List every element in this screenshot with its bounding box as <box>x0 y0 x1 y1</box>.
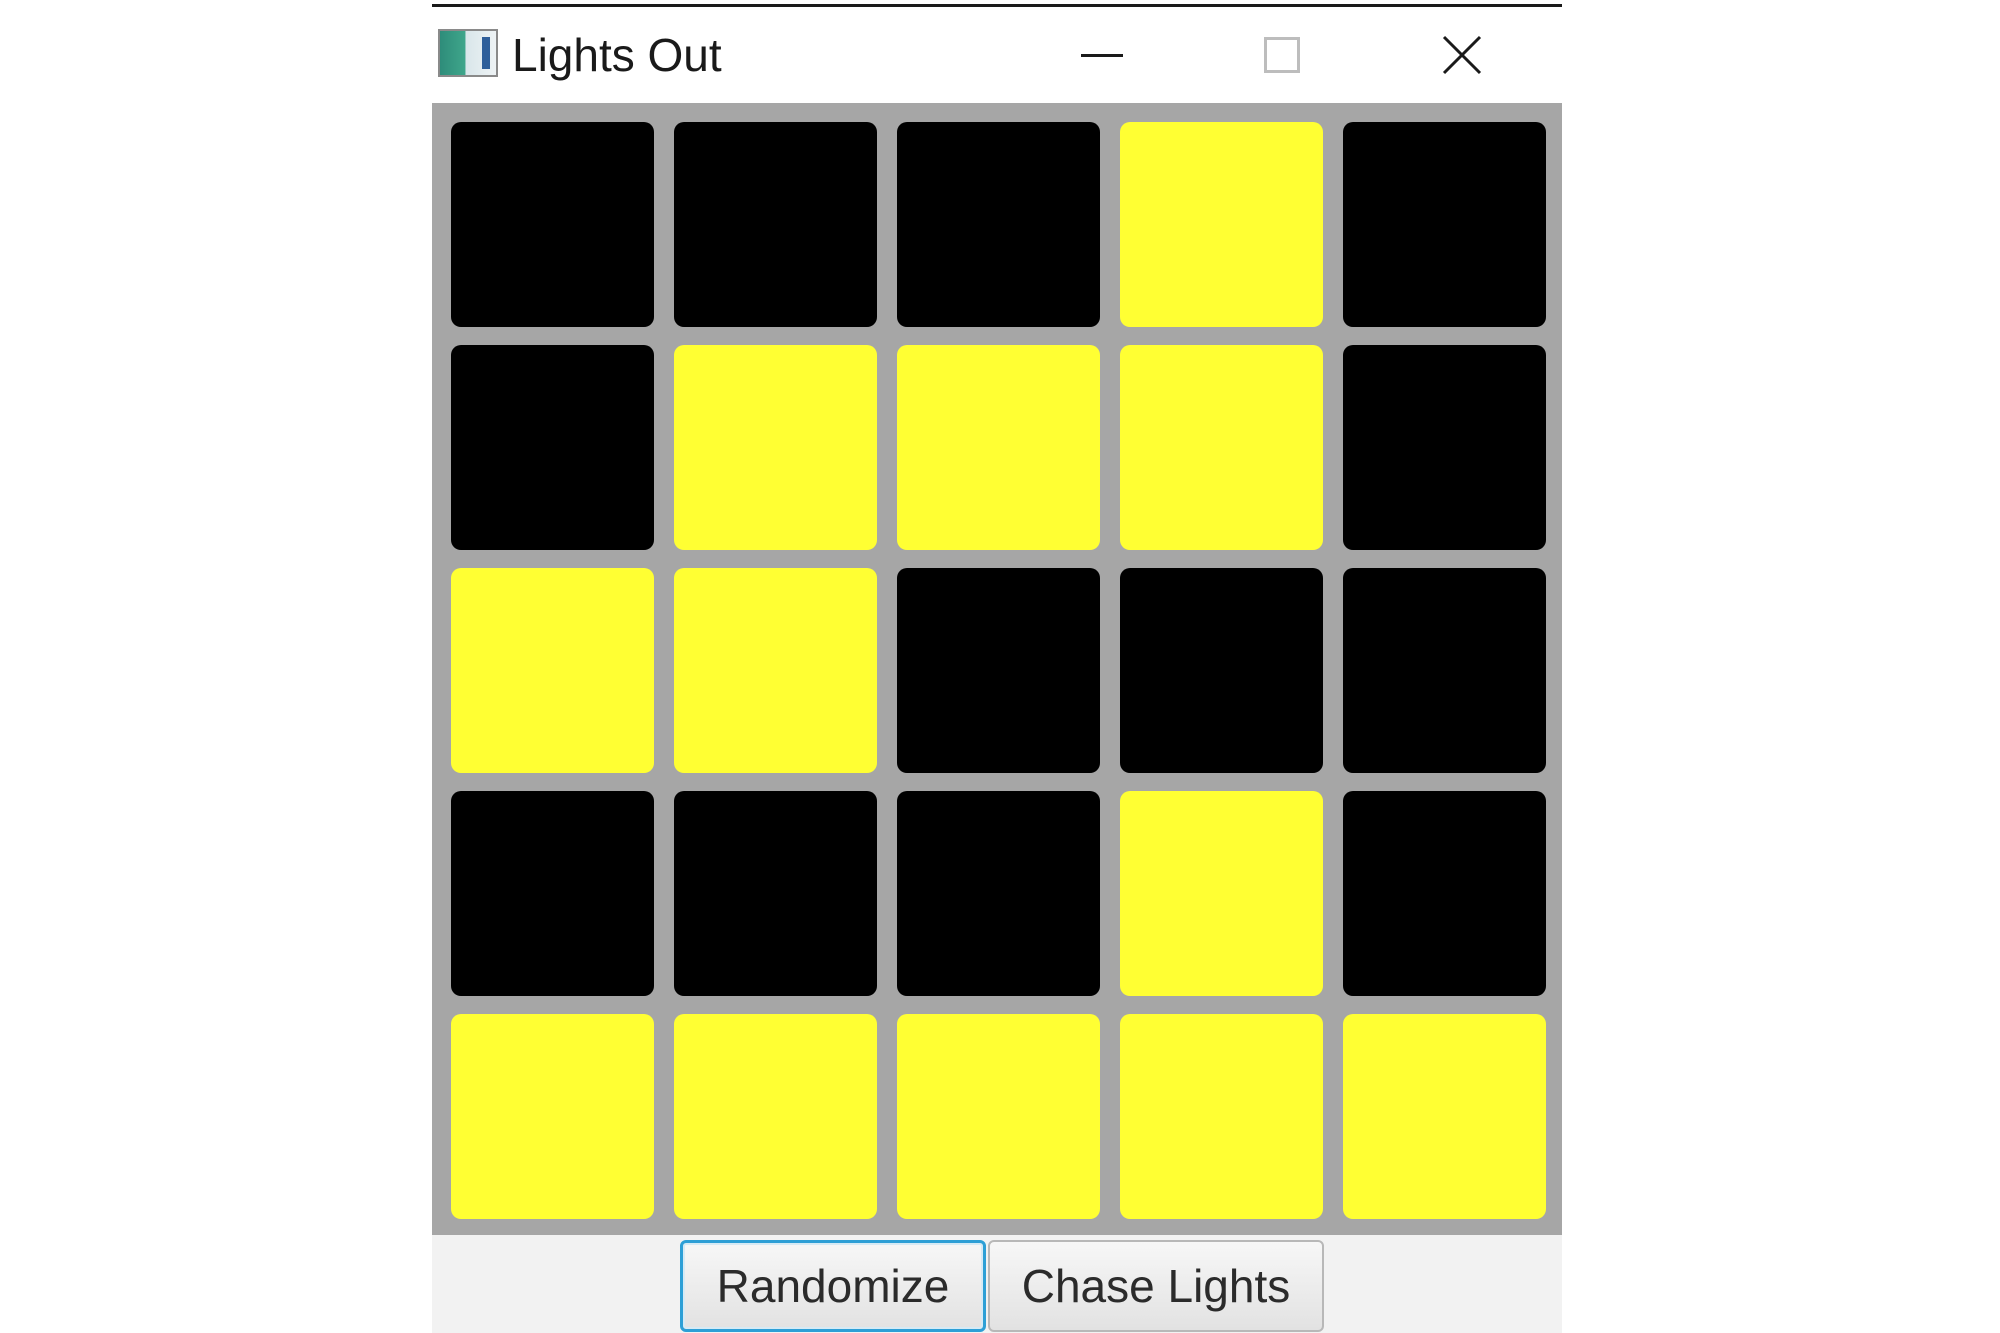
light-cell-r2-c1[interactable] <box>451 345 654 550</box>
light-cell-r4-c1[interactable] <box>451 791 654 996</box>
light-cell-r3-c2[interactable] <box>674 568 877 773</box>
app-icon-accent <box>482 37 490 69</box>
button-bar: Randomize Chase Lights <box>432 1235 1562 1333</box>
light-cell-r4-c5[interactable] <box>1343 791 1546 996</box>
light-cell-r4-c3[interactable] <box>897 791 1100 996</box>
close-icon <box>1442 35 1482 75</box>
light-cell-r2-c3[interactable] <box>897 345 1100 550</box>
randomize-button[interactable]: Randomize <box>680 1240 986 1332</box>
light-cell-r3-c4[interactable] <box>1120 568 1323 773</box>
light-cell-r4-c2[interactable] <box>674 791 877 996</box>
minimize-button[interactable] <box>1032 7 1172 103</box>
light-cell-r1-c4[interactable] <box>1120 122 1323 327</box>
chase-lights-button[interactable]: Chase Lights <box>988 1240 1324 1332</box>
light-cell-r4-c4[interactable] <box>1120 791 1323 996</box>
light-cell-r1-c1[interactable] <box>451 122 654 327</box>
light-grid <box>432 103 1562 1235</box>
light-cell-r2-c5[interactable] <box>1343 345 1546 550</box>
light-cell-r2-c2[interactable] <box>674 345 877 550</box>
maximize-icon <box>1264 37 1300 73</box>
title-bar[interactable]: Lights Out <box>432 7 1562 103</box>
light-cell-r3-c1[interactable] <box>451 568 654 773</box>
light-cell-r1-c3[interactable] <box>897 122 1100 327</box>
light-cell-r5-c3[interactable] <box>897 1014 1100 1219</box>
minimize-icon <box>1081 53 1123 57</box>
light-cell-r3-c3[interactable] <box>897 568 1100 773</box>
light-cell-r5-c4[interactable] <box>1120 1014 1323 1219</box>
maximize-button[interactable] <box>1212 7 1352 103</box>
light-cell-r2-c4[interactable] <box>1120 345 1323 550</box>
close-button[interactable] <box>1392 7 1532 103</box>
light-cell-r1-c2[interactable] <box>674 122 877 327</box>
window-title: Lights Out <box>512 29 722 81</box>
app-window: Lights Out Randomize Chase Lights <box>432 4 1562 1333</box>
light-cell-r3-c5[interactable] <box>1343 568 1546 773</box>
light-cell-r5-c2[interactable] <box>674 1014 877 1219</box>
light-cell-r5-c1[interactable] <box>451 1014 654 1219</box>
app-icon <box>438 29 498 77</box>
light-cell-r5-c5[interactable] <box>1343 1014 1546 1219</box>
light-cell-r1-c5[interactable] <box>1343 122 1546 327</box>
